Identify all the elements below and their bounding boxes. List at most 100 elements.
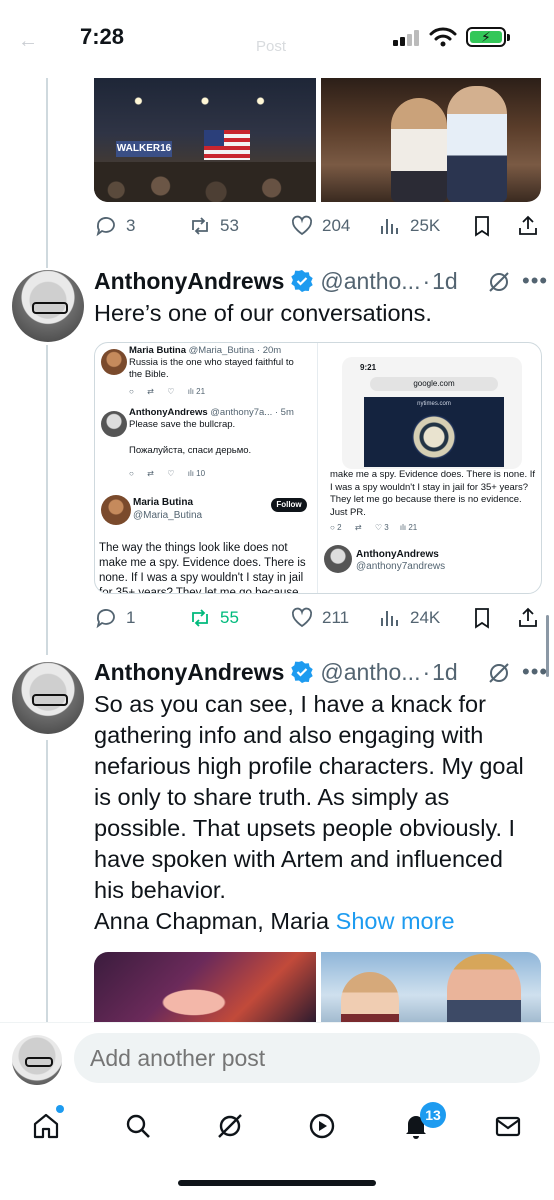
grok-icon[interactable] xyxy=(486,269,512,295)
bookmark-icon xyxy=(475,216,489,237)
views-icon xyxy=(381,219,398,234)
share-icon xyxy=(519,607,537,627)
more-options-icon[interactable]: ••• xyxy=(522,659,548,685)
conversation-screenshot[interactable]: Maria Butina @Maria_Butina · 20m Russia … xyxy=(94,342,542,594)
view-count: 25K xyxy=(410,216,441,235)
thread-connector xyxy=(46,740,48,1025)
repost-icon xyxy=(192,609,208,627)
status-time: 7:28 xyxy=(80,24,125,49)
mini-text: Russia is the one who stayed faithful to… xyxy=(129,357,294,380)
more-options-icon[interactable]: ••• xyxy=(522,268,548,294)
mini-author: AnthonyAndrews xyxy=(129,407,208,418)
thread-connector xyxy=(46,78,48,268)
reply-count: 3 xyxy=(126,216,136,235)
search-icon xyxy=(126,1114,150,1138)
battery-icon: ⚡ xyxy=(466,27,510,47)
bookmark-button[interactable] xyxy=(470,606,494,630)
phone-screenshot: 9:21 google.com nytimes.com xyxy=(342,357,522,469)
screenshot-left: Maria Butina @Maria_Butina · 20m Russia … xyxy=(95,343,315,594)
avatar xyxy=(101,411,127,437)
post-actions: 1 55 211 24K xyxy=(94,600,540,636)
like-count: 211 xyxy=(322,608,350,627)
mini-meta: @anthony7a... · 5m xyxy=(210,407,294,418)
mini-handle: @anthony7andrews xyxy=(356,561,446,572)
separator-dot: · xyxy=(422,658,431,685)
avatar[interactable] xyxy=(12,1035,62,1085)
profile-name: Maria Butina xyxy=(133,497,194,508)
mini-author: Maria Butina xyxy=(129,345,187,356)
mini-views: 21 xyxy=(196,387,206,396)
repost-button[interactable]: 53 xyxy=(188,214,239,238)
avatar xyxy=(101,495,131,525)
avatar xyxy=(324,545,352,573)
tab-video[interactable] xyxy=(300,1106,344,1146)
site-name: nytimes.com xyxy=(417,401,451,407)
thread-connector xyxy=(46,345,48,655)
bookmark-icon xyxy=(475,608,489,629)
bookmark-button[interactable] xyxy=(470,214,494,238)
tab-grok[interactable] xyxy=(208,1106,252,1146)
wifi-icon xyxy=(429,27,457,47)
reply-button[interactable]: 3 xyxy=(94,214,135,238)
quoted-text: The way the things look like does not ma… xyxy=(99,542,306,594)
home-icon xyxy=(33,1113,59,1139)
url-bar: google.com xyxy=(370,377,498,391)
mini-text: Пожалуйста, спаси дерьмо. xyxy=(129,445,252,456)
rally-banner: WALKER16 xyxy=(116,141,172,157)
mini-actions: ○ 2 ⇄ ♡ 3 ılı 21 xyxy=(330,523,418,532)
views-icon xyxy=(381,611,398,626)
selfie-photo[interactable] xyxy=(94,952,316,1024)
add-post-input[interactable] xyxy=(74,1033,540,1083)
share-icon xyxy=(519,215,537,235)
views-button[interactable]: 24K xyxy=(378,606,440,630)
home-indicator[interactable] xyxy=(178,1180,376,1186)
repost-button[interactable]: 55 xyxy=(188,606,239,630)
mail-icon xyxy=(495,1116,521,1137)
rally-photo[interactable]: WALKER16 xyxy=(94,78,316,202)
back-arrow-icon[interactable]: ← xyxy=(18,30,38,53)
reply-button[interactable]: 1 xyxy=(94,606,135,630)
play-icon xyxy=(309,1113,335,1139)
verified-badge-icon xyxy=(291,661,314,683)
share-button[interactable] xyxy=(516,606,540,630)
author-handle[interactable]: @antho... xyxy=(320,659,420,686)
like-count: 204 xyxy=(322,216,351,235)
like-button[interactable]: 211 xyxy=(290,606,349,630)
phone-time: 9:21 xyxy=(360,363,377,372)
news-photo[interactable] xyxy=(321,952,541,1024)
avatar[interactable] xyxy=(12,270,84,342)
heart-icon xyxy=(291,607,313,628)
author-name[interactable]: AnthonyAndrews xyxy=(94,659,284,686)
reply-icon xyxy=(96,217,115,237)
mini-actions: ○ ⇄ ♡ ılı 21 xyxy=(129,387,206,396)
us-flag xyxy=(204,130,250,160)
views-button[interactable]: 25K xyxy=(378,214,440,238)
unread-dot xyxy=(56,1105,64,1113)
repost-count: 55 xyxy=(220,608,239,627)
portrait-photo[interactable] xyxy=(321,78,541,202)
reply-bar xyxy=(0,1022,554,1094)
tab-search[interactable] xyxy=(116,1106,160,1146)
reply-icon xyxy=(96,609,115,629)
profile-handle: @Maria_Butina xyxy=(133,510,203,521)
tab-messages[interactable] xyxy=(486,1106,530,1146)
like-button[interactable]: 204 xyxy=(290,214,350,238)
reply-count: 1 xyxy=(126,608,136,627)
post-body-tail: Anna Chapman, Maria xyxy=(94,908,336,934)
mini-actions: ○ ⇄ ♡ ılı 10 xyxy=(129,469,206,478)
share-button[interactable] xyxy=(516,214,540,238)
post-time: 1d xyxy=(432,658,458,685)
avatar[interactable] xyxy=(12,662,84,734)
grok-icon[interactable] xyxy=(486,660,512,686)
quoted-text: make me a spy. Evidence does. There is n… xyxy=(330,469,536,518)
repost-count: 53 xyxy=(220,216,239,235)
mini-meta: @Maria_Butina · 20m xyxy=(188,345,282,356)
show-more-link[interactable]: Show more xyxy=(336,908,455,934)
notification-badge: 13 xyxy=(420,1102,446,1128)
author-name[interactable]: AnthonyAndrews xyxy=(94,268,284,295)
repost-icon xyxy=(192,217,208,235)
author-handle[interactable]: @antho... xyxy=(320,268,420,295)
separator-dot: · xyxy=(422,267,431,294)
post-body: So as you can see, I have a knack for ga… xyxy=(94,691,524,903)
heart-icon xyxy=(291,215,313,236)
